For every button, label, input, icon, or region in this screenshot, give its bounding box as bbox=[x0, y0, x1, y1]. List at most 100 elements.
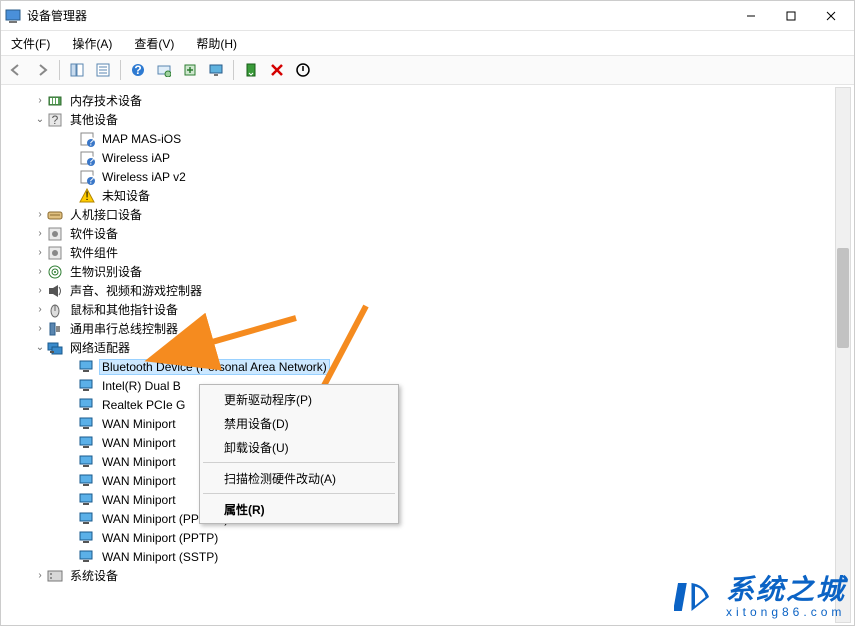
tree-node-label: 其他设备 bbox=[67, 110, 121, 129]
watermark-title: 系统之城 bbox=[726, 575, 846, 606]
scan-hardware-button[interactable] bbox=[153, 59, 175, 81]
menu-view[interactable]: 查看(V) bbox=[130, 33, 178, 54]
vertical-scrollbar[interactable] bbox=[835, 87, 851, 623]
disable-device-button[interactable] bbox=[292, 59, 314, 81]
tree-node[interactable]: WAN Miniport bbox=[3, 471, 834, 490]
tree-node[interactable]: Realtek PCIe G bbox=[3, 395, 834, 414]
app-icon bbox=[5, 8, 21, 24]
monitor-button[interactable] bbox=[205, 59, 227, 81]
cm-separator bbox=[203, 462, 395, 463]
tree-node-label: WAN Miniport (PPTP) bbox=[99, 530, 221, 546]
collapse-icon[interactable]: ⌄ bbox=[33, 342, 47, 353]
tree-node[interactable]: ?Wireless iAP v2 bbox=[3, 167, 834, 186]
software-icon bbox=[47, 226, 63, 242]
usb-icon bbox=[47, 321, 63, 337]
tree-node[interactable]: ›人机接口设备 bbox=[3, 205, 834, 224]
uninstall-device-button[interactable] bbox=[266, 59, 288, 81]
tree-node-label: Realtek PCIe G bbox=[99, 397, 188, 413]
cm-scan-hardware[interactable]: 扫描检测硬件改动(A) bbox=[202, 466, 396, 490]
toolbar-separator bbox=[59, 60, 60, 80]
tree-node-label: WAN Miniport bbox=[99, 435, 179, 451]
tree-node-label: 生物识别设备 bbox=[67, 262, 145, 281]
tree-node[interactable]: WAN Miniport bbox=[3, 414, 834, 433]
expand-icon[interactable]: › bbox=[33, 570, 47, 581]
network-adapter-icon bbox=[79, 378, 95, 394]
network-adapter-icon bbox=[79, 549, 95, 565]
tree-node[interactable]: ›内存技术设备 bbox=[3, 91, 834, 110]
cm-disable-device[interactable]: 禁用设备(D) bbox=[202, 411, 396, 435]
tree-node-label: WAN Miniport bbox=[99, 492, 179, 508]
maximize-button[interactable] bbox=[772, 5, 810, 27]
expand-icon[interactable]: › bbox=[33, 228, 47, 239]
properties-button[interactable] bbox=[92, 59, 114, 81]
memory-chip-icon bbox=[47, 93, 63, 109]
tree-node[interactable]: WAN Miniport (SSTP) bbox=[3, 547, 834, 566]
device-tree[interactable]: ›内存技术设备⌄?其他设备?MAP MAS-iOS?Wireless iAP?W… bbox=[3, 87, 834, 623]
tree-node-label: 鼠标和其他指针设备 bbox=[67, 300, 181, 319]
tree-node[interactable]: ⌄网络适配器 bbox=[3, 338, 834, 357]
expand-icon[interactable]: › bbox=[33, 323, 47, 334]
tree-node[interactable]: WAN Miniport (PPPOE) bbox=[3, 509, 834, 528]
cm-update-driver[interactable]: 更新驱动程序(P) bbox=[202, 387, 396, 411]
tree-node[interactable]: ›软件组件 bbox=[3, 243, 834, 262]
menu-file[interactable]: 文件(F) bbox=[7, 33, 54, 54]
tree-node[interactable]: !未知设备 bbox=[3, 186, 834, 205]
tree-node[interactable]: › 鼠标和其他指针设备 bbox=[3, 300, 834, 319]
tree-node-label: 未知设备 bbox=[99, 186, 153, 205]
menu-help[interactable]: 帮助(H) bbox=[192, 33, 241, 54]
tree-node[interactable]: › 生物识别设备 bbox=[3, 262, 834, 281]
network-adapter-icon bbox=[79, 511, 95, 527]
network-adapter-icon bbox=[79, 435, 95, 451]
nav-forward-button[interactable] bbox=[31, 59, 53, 81]
expand-icon[interactable]: › bbox=[33, 266, 47, 277]
window-title: 设备管理器 bbox=[27, 7, 732, 24]
watermark-url: xitong86.com bbox=[726, 606, 846, 619]
expand-icon[interactable]: › bbox=[33, 285, 47, 296]
enable-device-button[interactable] bbox=[240, 59, 262, 81]
expand-icon[interactable]: › bbox=[33, 247, 47, 258]
svg-text:?: ? bbox=[88, 134, 95, 147]
tree-node[interactable]: WAN Miniport bbox=[3, 433, 834, 452]
close-button[interactable] bbox=[812, 5, 850, 27]
tree-node[interactable]: ⌄? 其他设备 bbox=[3, 110, 834, 129]
tree-node-label: WAN Miniport (SSTP) bbox=[99, 549, 221, 565]
expand-icon[interactable]: › bbox=[33, 95, 47, 106]
tree-node-label: WAN Miniport bbox=[99, 473, 179, 489]
watermark-logo-icon bbox=[674, 576, 716, 618]
tree-node-label: 系统设备 bbox=[67, 566, 121, 585]
nav-back-button[interactable] bbox=[5, 59, 27, 81]
collapse-icon[interactable]: ⌄ bbox=[33, 114, 47, 125]
minimize-button[interactable] bbox=[732, 5, 770, 27]
svg-text:?: ? bbox=[88, 153, 95, 166]
titlebar: 设备管理器 bbox=[1, 1, 854, 31]
tree-node[interactable]: Bluetooth Device (Personal Area Network) bbox=[3, 357, 834, 376]
speaker-icon bbox=[47, 283, 63, 299]
expand-icon[interactable]: › bbox=[33, 304, 47, 315]
tree-node[interactable]: Intel(R) Dual B bbox=[3, 376, 834, 395]
cm-properties[interactable]: 属性(R) bbox=[202, 497, 396, 521]
tree-node[interactable]: ?MAP MAS-iOS bbox=[3, 129, 834, 148]
help-button[interactable]: ? bbox=[127, 59, 149, 81]
tree-node[interactable]: WAN Miniport bbox=[3, 490, 834, 509]
tree-node[interactable]: WAN Miniport bbox=[3, 452, 834, 471]
tree-node-label: 声音、视频和游戏控制器 bbox=[67, 281, 205, 300]
svg-text:?: ? bbox=[134, 63, 141, 77]
update-driver-button[interactable] bbox=[179, 59, 201, 81]
menu-action[interactable]: 操作(A) bbox=[68, 33, 116, 54]
tree-node[interactable]: WAN Miniport (PPTP) bbox=[3, 528, 834, 547]
show-hide-tree-button[interactable] bbox=[66, 59, 88, 81]
network-adapter-icon bbox=[79, 397, 95, 413]
tree-node[interactable]: ›软件设备 bbox=[3, 224, 834, 243]
network-adapter-icon bbox=[79, 359, 95, 375]
tree-node[interactable]: › 声音、视频和游戏控制器 bbox=[3, 281, 834, 300]
expand-icon[interactable]: › bbox=[33, 209, 47, 220]
tree-node-label: Intel(R) Dual B bbox=[99, 378, 184, 394]
cm-uninstall-device[interactable]: 卸载设备(U) bbox=[202, 435, 396, 459]
other-devices-icon: ? bbox=[47, 112, 63, 128]
tree-node[interactable]: ›通用串行总线控制器 bbox=[3, 319, 834, 338]
toolbar-separator bbox=[120, 60, 121, 80]
tree-node[interactable]: ?Wireless iAP bbox=[3, 148, 834, 167]
svg-text:?: ? bbox=[52, 113, 59, 127]
svg-text:?: ? bbox=[88, 172, 95, 185]
scrollbar-thumb[interactable] bbox=[837, 248, 849, 348]
